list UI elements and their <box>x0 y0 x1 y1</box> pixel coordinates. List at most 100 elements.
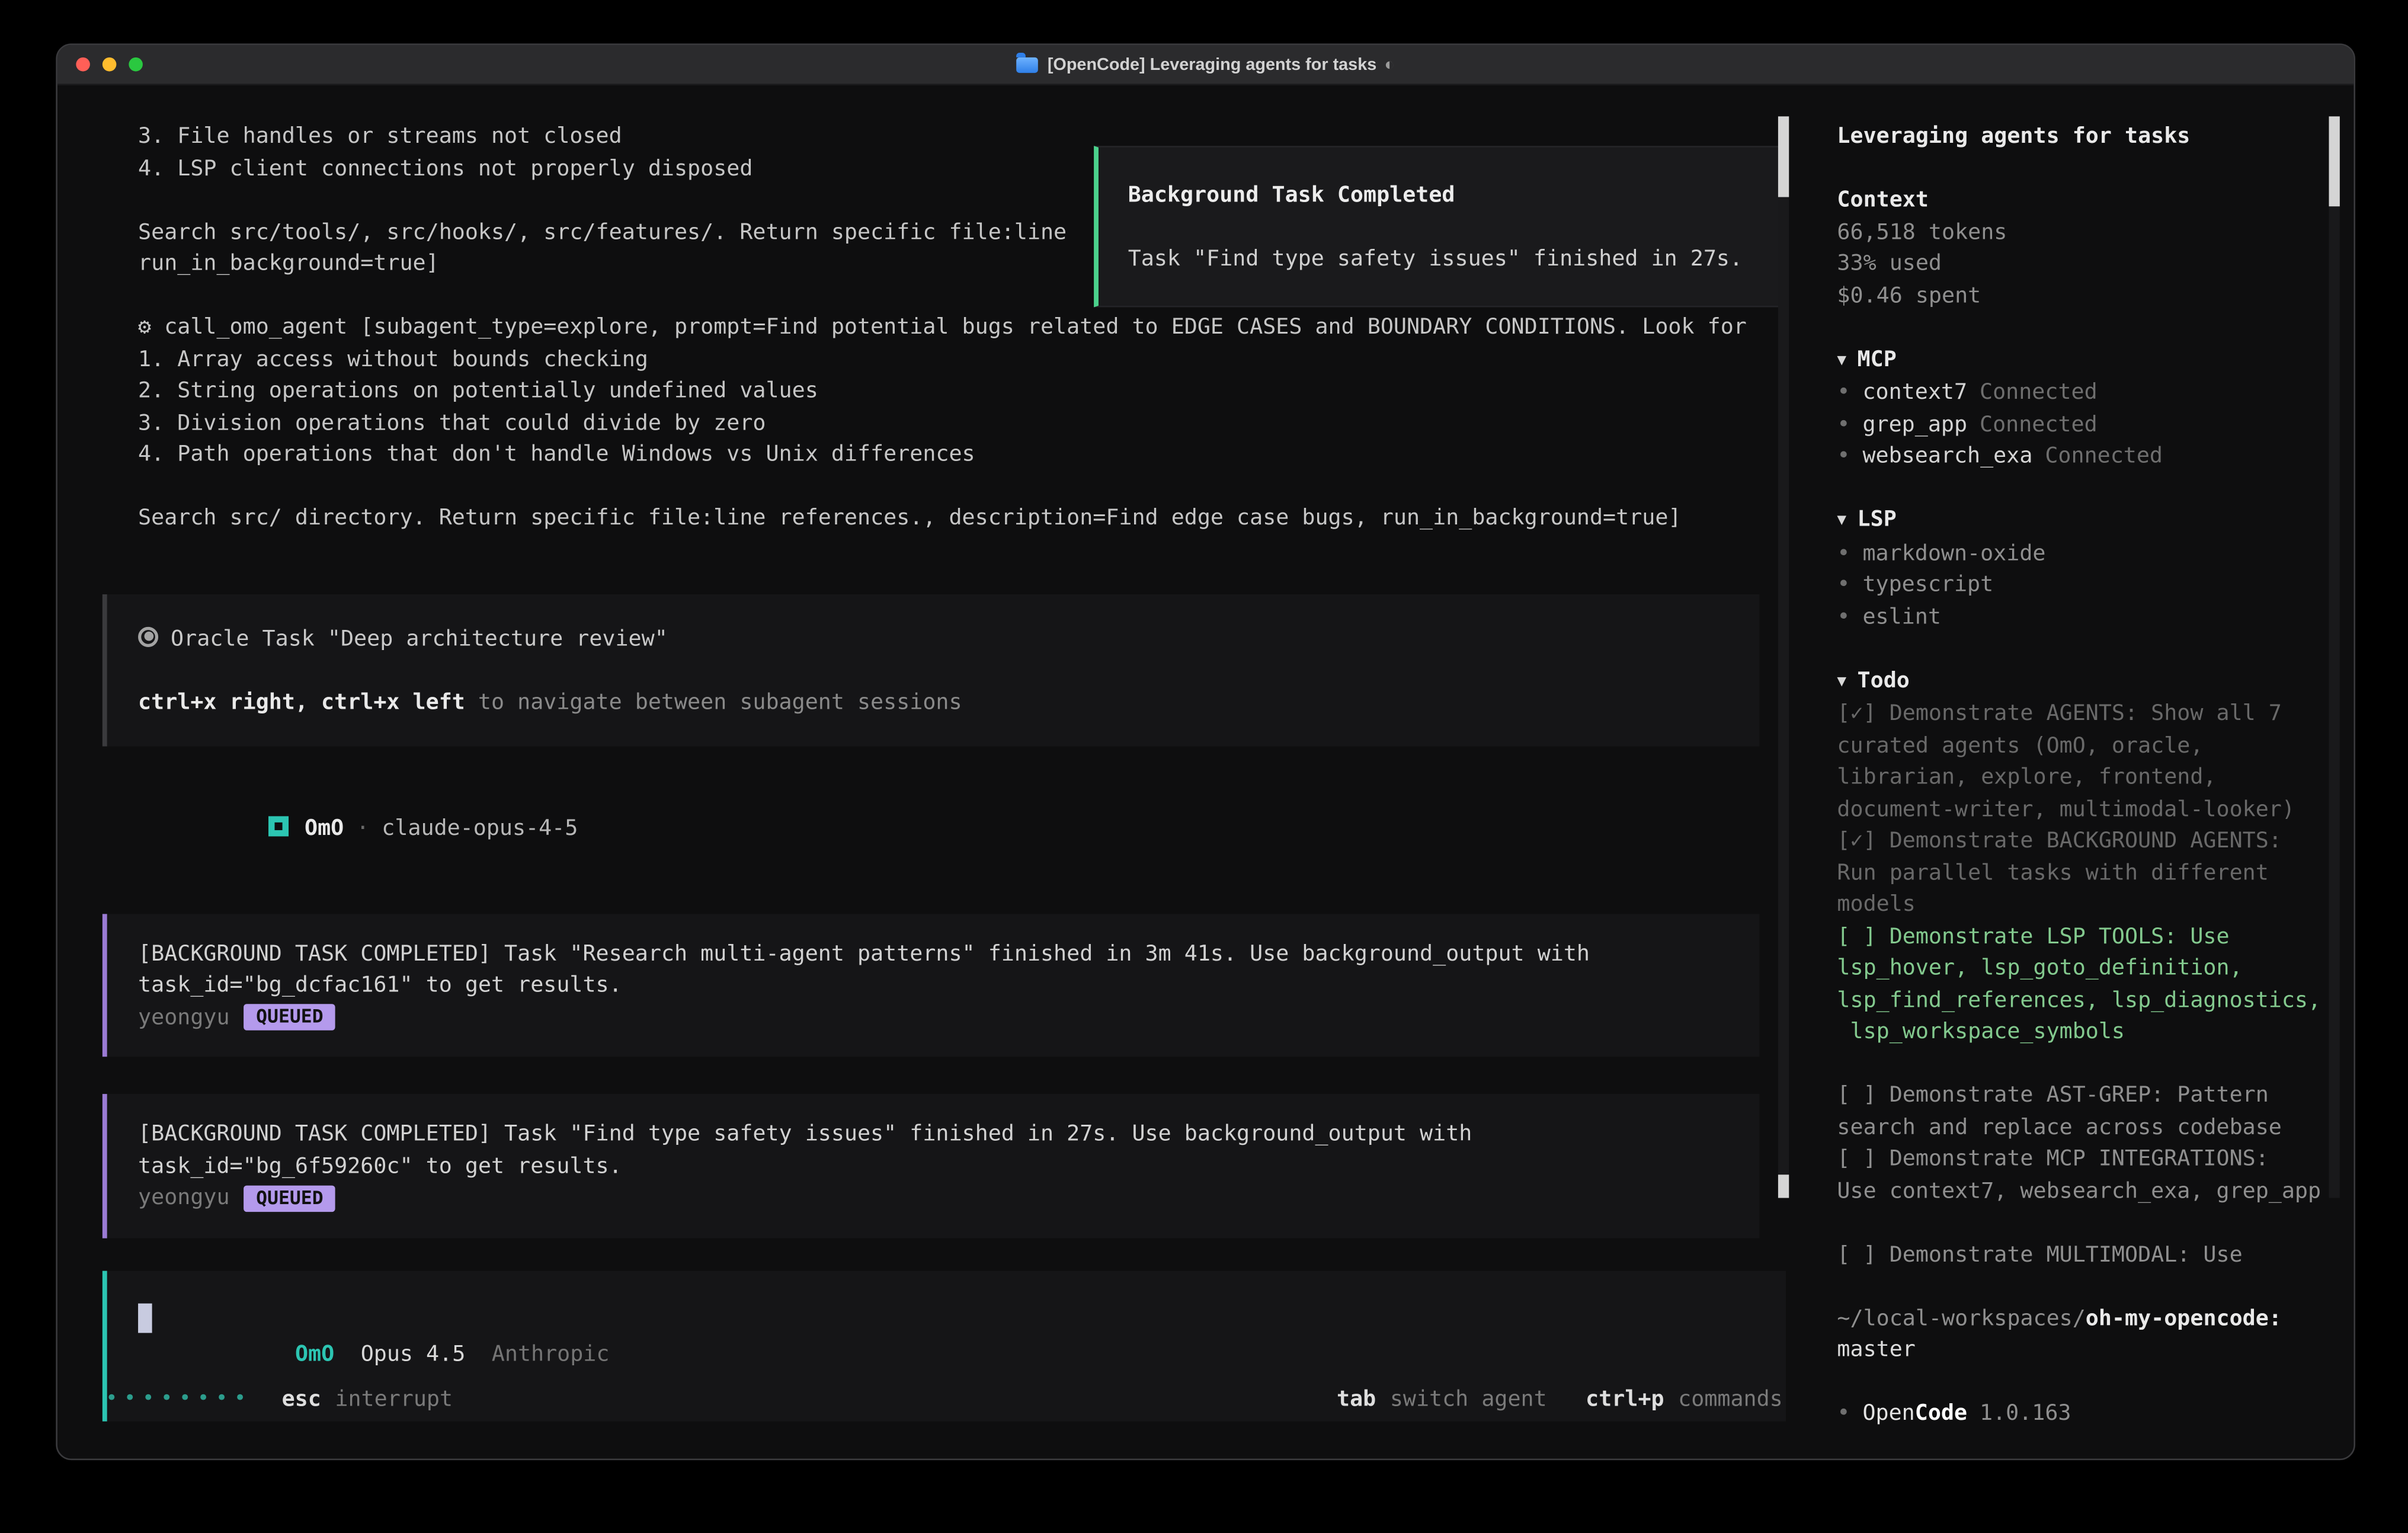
input-provider-name: Anthropic <box>492 1342 610 1366</box>
notification-toast: Background Task Completed Task "Find typ… <box>1094 146 1784 307</box>
todo-line: curated agents (OmO, oracle, <box>1837 730 2353 762</box>
separator-dot: · <box>356 815 369 840</box>
workspace-branch: master <box>1837 1334 2353 1366</box>
todo-line: [ ] Demonstrate LSP TOOLS: Use <box>1837 921 2353 953</box>
background-task-card: [BACKGROUND TASK COMPLETED] Task "Find t… <box>103 1094 1760 1237</box>
toast-body: Task "Find type safety issues" finished … <box>1128 244 1783 276</box>
workspace-path: ~/local-workspaces/oh-my-opencode: <box>1837 1302 2353 1334</box>
mcp-server-row: • websearch_exa Connected <box>1837 441 2353 473</box>
bullet-icon: • <box>1837 444 1850 469</box>
hint-text: to navigate between subagent sessions <box>465 690 962 715</box>
opencode-terminal-window: [OpenCode] Leveraging agents for tasks ◐… <box>56 43 2355 1460</box>
mcp-heading-label: MCP <box>1858 347 1897 372</box>
lsp-server-row: • typescript <box>1837 569 2353 601</box>
minimize-button[interactable] <box>103 57 117 72</box>
esc-key-label: interrupt <box>335 1383 453 1415</box>
background-task-card: [BACKGROUND TASK COMPLETED] Task "Resear… <box>103 913 1760 1057</box>
sidebar: Leveraging agents for tasks Context 66,5… <box>1811 85 2354 1458</box>
context-spent: $0.46 spent <box>1837 280 2353 312</box>
terminal-line: ⚙ call_omo_agent [subagent_type=explore,… <box>57 312 1811 344</box>
todo-line: librarian, explore, frontend, <box>1837 762 2353 794</box>
scrollbar-thumb[interactable] <box>2329 116 2340 206</box>
spacer-line <box>1837 472 2353 504</box>
oracle-task-title: Oracle Task "Deep architecture review" <box>171 626 668 651</box>
task-card-meta: yeongyu QUEUED <box>107 1001 1760 1033</box>
traffic-lights <box>76 45 143 84</box>
todo-line: [ ] Demonstrate AST-GREP: Pattern <box>1837 1080 2353 1112</box>
tab-key-label: switch agent <box>1390 1383 1547 1415</box>
window-title-text: [OpenCode] Leveraging agents for tasks <box>1048 55 1376 73</box>
spacer-line <box>1837 1271 2353 1303</box>
agent-icon <box>269 815 289 836</box>
chevron-down-icon: ▼ <box>1837 512 1846 529</box>
todo-section-heading[interactable]: ▼ Todo <box>1837 665 2353 698</box>
spacer-line <box>1837 1207 2353 1239</box>
task-user: yeongyu <box>138 1001 230 1033</box>
bullet-icon: • <box>1837 572 1850 597</box>
queued-badge: QUEUED <box>244 1004 335 1031</box>
terminal-line <box>57 471 1811 503</box>
app-name-suffix: Code <box>1915 1401 1967 1426</box>
window-title: [OpenCode] Leveraging agents for tasks ◐ <box>1016 55 1394 73</box>
commands-key-label: commands <box>1678 1383 1783 1415</box>
lsp-server-name: typescript <box>1862 572 1993 597</box>
queued-badge: QUEUED <box>244 1185 335 1212</box>
close-button[interactable] <box>76 57 90 72</box>
task-card-line: task_id="bg_6f59260c" to get results. <box>107 1151 1760 1183</box>
lsp-server-name: markdown-oxide <box>1862 541 2045 566</box>
status-right: tab switch agent ctrl+p commands <box>1337 1383 1783 1415</box>
todo-line: Use context7, websearch_exa, grep_app <box>1837 1176 2353 1208</box>
lsp-server-row: •markdown-oxide <box>1837 537 2353 569</box>
spacer-line <box>1837 153 2353 185</box>
task-card-meta: yeongyu QUEUED <box>107 1182 1760 1214</box>
session-title: Leveraging agents for tasks <box>1837 121 2353 153</box>
lsp-server-list: •markdown-oxide • typescript •eslint <box>1837 537 2353 633</box>
mcp-server-name: websearch_exa <box>1862 444 2032 469</box>
spacer-line <box>1837 1048 2353 1080</box>
agent-name: OmO <box>305 815 344 840</box>
task-card-line: [BACKGROUND TASK COMPLETED] Task "Find t… <box>107 1119 1760 1151</box>
app-version-footer: •OpenCode1.0.163 <box>1837 1398 2353 1430</box>
sidebar-scrollbar[interactable] <box>2329 116 2340 1198</box>
oracle-task-panel: Oracle Task "Deep architecture review" c… <box>103 594 1760 747</box>
context-tokens: 66,518 tokens <box>1837 216 2353 248</box>
mcp-server-row: • context7 Connected <box>1837 377 2353 409</box>
mcp-server-status: Connected <box>2045 444 2163 469</box>
hint-keys: ctrl+x right, ctrl+x left <box>138 690 465 715</box>
chevron-down-icon: ▼ <box>1837 673 1846 690</box>
context-used: 33% used <box>1837 248 2353 280</box>
session-state-icon: ◐ <box>1384 55 1394 73</box>
app-version: 1.0.163 <box>1980 1401 2071 1426</box>
mcp-server-name: context7 <box>1862 380 1967 405</box>
agent-header: OmO · claude-opus-4-5 <box>138 780 1811 876</box>
todo-line: Run parallel tasks with different <box>1837 857 2353 889</box>
mcp-section-heading[interactable]: ▼MCP <box>1837 344 2353 377</box>
lsp-server-row: •eslint <box>1837 601 2353 633</box>
status-bar: •••••••• esc interrupt tab switch agent … <box>105 1383 1783 1415</box>
spacer-line <box>107 655 1760 687</box>
screen: [OpenCode] Leveraging agents for tasks ◐… <box>0 0 2408 1533</box>
context-heading: Context <box>1837 185 2353 217</box>
toast-title: Background Task Completed <box>1128 180 1783 212</box>
zoom-button[interactable] <box>129 57 143 72</box>
scrollbar-thumb[interactable] <box>1778 116 1789 197</box>
lsp-section-heading[interactable]: ▼LSP <box>1837 504 2353 537</box>
app-name-prefix: Open <box>1862 1401 1914 1426</box>
mcp-server-status: Connected <box>1980 380 2098 405</box>
main-scrollbar[interactable] <box>1778 116 1789 1198</box>
workspace-repo: oh-my-opencode: <box>2086 1306 2282 1331</box>
terminal-line: 1. Array access without bounds checking <box>57 344 1811 376</box>
spacer-line <box>1837 312 2353 344</box>
task-card-line: task_id="bg_dcfac161" to get results. <box>107 970 1760 1002</box>
mcp-server-status: Connected <box>1980 412 2098 437</box>
bullet-icon: • <box>1837 380 1850 405</box>
todo-line: lsp_hover, lsp_goto_definition, <box>1837 953 2353 985</box>
bullet-icon: • <box>1837 412 1850 437</box>
mcp-server-name: grep_app <box>1862 412 1967 437</box>
titlebar[interactable]: [OpenCode] Leveraging agents for tasks ◐ <box>57 45 2354 85</box>
todo-line: lsp_find_references, lsp_diagnostics, <box>1837 985 2353 1017</box>
todo-heading-label: Todo <box>1858 668 1910 693</box>
scrollbar-thumb[interactable] <box>1778 1174 1789 1198</box>
spinner-dots: •••••••• <box>105 1383 252 1415</box>
agent-model: claude-opus-4-5 <box>382 815 578 840</box>
